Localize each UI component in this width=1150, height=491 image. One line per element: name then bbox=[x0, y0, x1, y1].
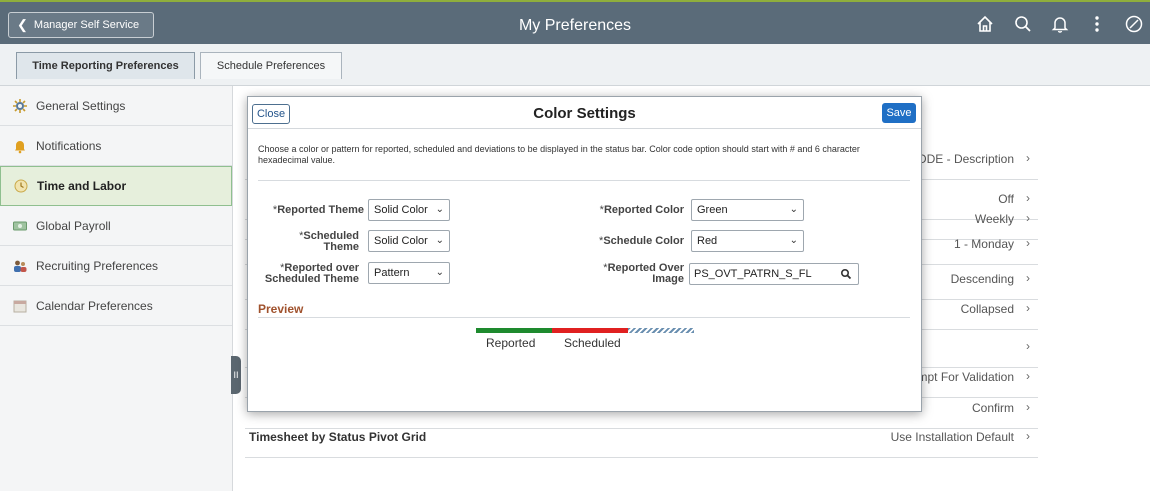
left-navigation: General Settings Notifications Time and … bbox=[0, 86, 241, 491]
reported-over-image-label: *Reported Over Image bbox=[603, 262, 684, 285]
list-item-value: Collapsed bbox=[960, 302, 1014, 316]
sidebar-item-label: General Settings bbox=[36, 98, 126, 113]
sidebar-item-notifications[interactable]: Notifications bbox=[0, 126, 232, 166]
chevron-right-icon: › bbox=[1026, 339, 1030, 353]
sidebar-item-calendar-preferences[interactable]: Calendar Preferences bbox=[0, 286, 232, 326]
reported-over-image-input[interactable]: PS_OVT_PATRN_S_FL bbox=[689, 263, 859, 285]
list-item-value: Weekly bbox=[974, 212, 1014, 226]
collapse-panel-handle[interactable]: II bbox=[231, 356, 241, 394]
preview-pattern-bar bbox=[628, 328, 694, 333]
chevron-right-icon: › bbox=[1026, 429, 1030, 443]
scheduled-theme-value: Solid Color bbox=[374, 235, 428, 247]
schedule-color-select[interactable]: Red ⌄ bbox=[691, 230, 804, 252]
recruit-icon bbox=[14, 260, 27, 272]
preview-reported-bar bbox=[476, 328, 552, 333]
scheduled-theme-label: *Scheduled Theme bbox=[299, 230, 359, 253]
chevron-down-icon: ⌄ bbox=[789, 235, 798, 246]
chevron-right-icon: › bbox=[1026, 211, 1030, 225]
search-icon[interactable] bbox=[840, 268, 852, 280]
bell-icon bbox=[15, 140, 25, 153]
banner-accent-strip bbox=[0, 0, 1150, 2]
more-icon[interactable] bbox=[1087, 14, 1107, 34]
scheduled-theme-select[interactable]: Solid Color ⌄ bbox=[368, 230, 450, 252]
list-item-value: Descending bbox=[950, 272, 1014, 286]
sidebar-item-label: Notifications bbox=[36, 138, 102, 153]
divider bbox=[258, 317, 910, 318]
list-item-label: Timesheet by Status Pivot Grid bbox=[249, 430, 427, 444]
payroll-icon bbox=[13, 221, 27, 230]
chevron-right-icon: › bbox=[1026, 369, 1030, 383]
divider bbox=[258, 180, 910, 181]
color-settings-modal: Close Color Settings Save Choose a color… bbox=[247, 96, 922, 412]
legend-reported: Reported bbox=[486, 336, 536, 350]
reported-color-label: *Reported Color bbox=[599, 204, 684, 216]
modal-title: Color Settings bbox=[533, 105, 636, 122]
sidebar-item-general-settings[interactable]: General Settings bbox=[0, 86, 232, 126]
list-item-value: Confirm bbox=[971, 401, 1014, 415]
list-item-value: ODE - Description bbox=[917, 152, 1014, 166]
list-item-value: 1 - Monday bbox=[953, 237, 1014, 251]
sidebar-item-label: Calendar Preferences bbox=[36, 298, 153, 313]
reported-over-scheduled-theme-select[interactable]: Pattern ⌄ bbox=[368, 262, 450, 284]
sidebar-item-recruiting-preferences[interactable]: Recruiting Preferences bbox=[0, 246, 232, 286]
tab-label: Schedule Preferences bbox=[216, 60, 326, 72]
top-banner: ❮ Manager Self Service My Preferences bbox=[0, 0, 1150, 44]
preview-heading: Preview bbox=[258, 302, 304, 316]
sidebar-item-label: Recruiting Preferences bbox=[36, 258, 159, 273]
modal-header: Close Color Settings Save bbox=[248, 97, 921, 129]
legend-scheduled: Scheduled bbox=[564, 336, 621, 350]
instructions-text: Choose a color or pattern for reported, … bbox=[258, 144, 860, 165]
tab-schedule-preferences[interactable]: Schedule Preferences bbox=[200, 52, 342, 79]
home-icon[interactable] bbox=[975, 14, 995, 34]
search-icon[interactable] bbox=[1013, 14, 1033, 34]
list-item[interactable]: Timesheet by Status Pivot Grid Use Insta… bbox=[245, 418, 1038, 458]
chevron-right-icon: › bbox=[1026, 301, 1030, 315]
gear-icon bbox=[13, 98, 27, 113]
nav-compass-icon[interactable] bbox=[1124, 14, 1144, 34]
reported-theme-select[interactable]: Solid Color ⌄ bbox=[368, 199, 450, 221]
reported-theme-label: *Reported Theme bbox=[272, 204, 364, 216]
chevron-right-icon: › bbox=[1026, 271, 1030, 285]
preview-scheduled-bar bbox=[552, 328, 628, 333]
calendar-icon bbox=[13, 300, 27, 312]
schedule-color-label: *Schedule Color bbox=[599, 235, 684, 247]
sidebar-item-time-and-labor[interactable]: Time and Labor bbox=[0, 166, 232, 206]
tab-bar: Time Reporting Preferences Schedule Pref… bbox=[0, 44, 1150, 86]
sidebar-item-global-payroll[interactable]: Global Payroll bbox=[0, 206, 232, 246]
bell-icon[interactable] bbox=[1050, 14, 1070, 34]
chevron-right-icon: › bbox=[1026, 400, 1030, 414]
reported-color-value: Green bbox=[697, 204, 728, 216]
clock-icon bbox=[14, 179, 28, 193]
schedule-color-value: Red bbox=[697, 235, 718, 247]
chevron-right-icon: › bbox=[1026, 236, 1030, 250]
save-button[interactable]: Save bbox=[882, 103, 916, 123]
chevron-down-icon: ⌄ bbox=[435, 267, 444, 278]
chevron-down-icon: ⌄ bbox=[789, 204, 798, 215]
reported-over-scheduled-theme-label: *Reported over Scheduled Theme bbox=[264, 262, 359, 285]
tab-label: Time Reporting Preferences bbox=[32, 60, 179, 72]
sidebar-item-label: Time and Labor bbox=[37, 179, 127, 193]
reported-theme-value: Solid Color bbox=[374, 204, 428, 216]
reported-over-scheduled-theme-value: Pattern bbox=[374, 267, 410, 279]
tab-time-reporting-preferences[interactable]: Time Reporting Preferences bbox=[16, 52, 195, 79]
list-item-value: mpt For Validation bbox=[917, 370, 1015, 384]
chevron-down-icon: ⌄ bbox=[435, 235, 444, 246]
chevron-right-icon: › bbox=[1026, 151, 1030, 165]
reported-color-select[interactable]: Green ⌄ bbox=[691, 199, 804, 221]
list-item-value: Use Installation Default bbox=[890, 430, 1014, 444]
reported-over-image-value: PS_OVT_PATRN_S_FL bbox=[694, 268, 812, 280]
sidebar-item-label: Global Payroll bbox=[36, 218, 111, 233]
chevron-down-icon: ⌄ bbox=[435, 204, 444, 215]
